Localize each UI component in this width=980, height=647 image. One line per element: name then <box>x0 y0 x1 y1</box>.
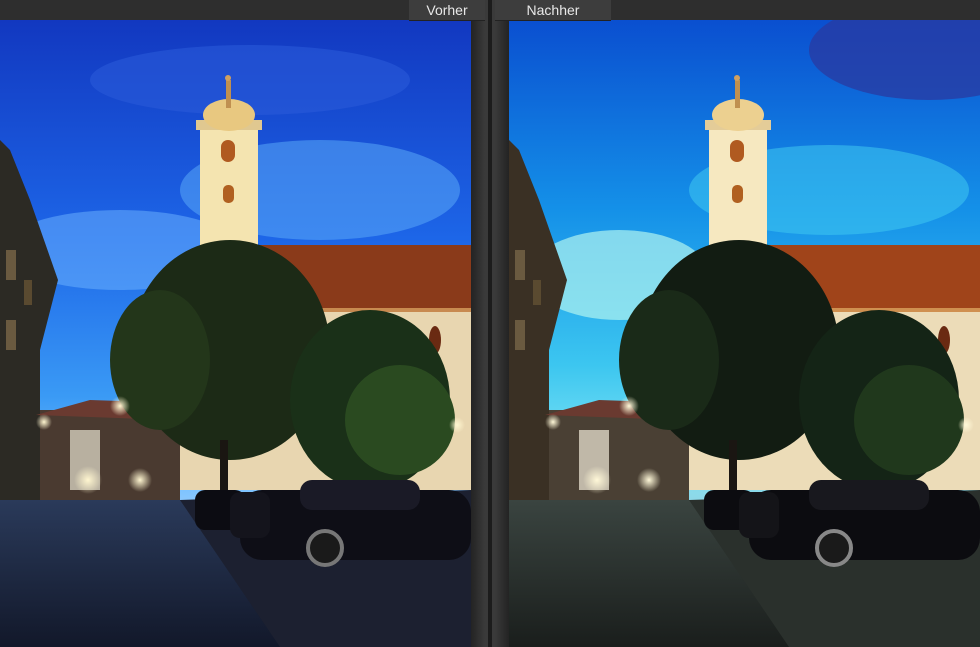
divider-groove <box>488 0 492 647</box>
before-label[interactable]: Vorher <box>409 0 485 21</box>
after-label[interactable]: Nachher <box>495 0 611 21</box>
after-photo[interactable] <box>509 20 980 647</box>
pane-divider[interactable] <box>471 0 509 647</box>
after-pane <box>509 0 980 647</box>
before-after-viewer: Vorher Nachher <box>0 0 980 647</box>
before-photo[interactable] <box>0 20 471 647</box>
before-pane <box>0 0 471 647</box>
